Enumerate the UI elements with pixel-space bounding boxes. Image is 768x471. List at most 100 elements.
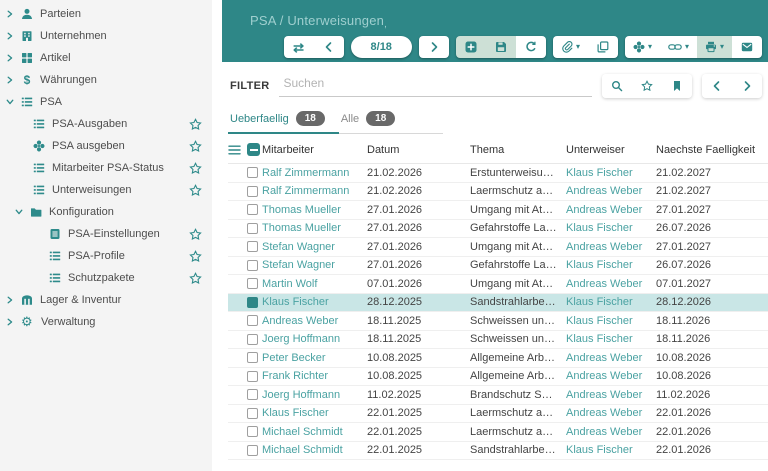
column-header-faelligkeit[interactable]: Naechste Faelligkeit — [656, 144, 768, 156]
star-icon[interactable] — [189, 140, 202, 153]
cell-mitarbeiter[interactable]: Thomas Mueller — [262, 222, 367, 234]
row-checkbox[interactable] — [247, 408, 258, 419]
star-icon[interactable] — [189, 228, 202, 241]
table-row[interactable]: Ralf Zimmermann21.02.2026Laermschutz am … — [228, 183, 768, 202]
cell-mitarbeiter[interactable]: Klaus Fischer — [262, 407, 367, 419]
row-checkbox[interactable] — [247, 315, 258, 326]
cell-unterweiser[interactable]: Klaus Fischer — [566, 444, 656, 456]
cell-unterweiser[interactable]: Klaus Fischer — [566, 259, 656, 271]
sidebar-item-konfiguration[interactable]: Konfiguration — [0, 201, 212, 223]
row-checkbox[interactable] — [247, 352, 258, 363]
sidebar-item-verwaltung[interactable]: ⚙ Verwaltung — [0, 311, 212, 333]
row-checkbox[interactable] — [247, 334, 258, 345]
cell-mitarbeiter[interactable]: Michael Schmidt — [262, 444, 367, 456]
table-row[interactable]: Frank Richter10.08.2025Allgemeine Arbeit… — [228, 368, 768, 387]
table-row[interactable]: Ralf Zimmermann21.02.2026Erstunterweisun… — [228, 164, 768, 183]
next-record-button[interactable] — [419, 36, 449, 58]
table-row[interactable]: Thomas Mueller27.01.2026Gefahrstoffe Lac… — [228, 220, 768, 239]
table-row[interactable]: Joerg Hoffmann18.11.2025Schweissen unter… — [228, 331, 768, 350]
cell-unterweiser[interactable]: Andreas Weber — [566, 407, 656, 419]
row-checkbox[interactable] — [247, 426, 258, 437]
cell-mitarbeiter[interactable]: Michael Schmidt — [262, 426, 367, 438]
sidebar-item-psa-einstellungen[interactable]: PSA-Einstellungen — [0, 223, 212, 245]
table-row-selected[interactable]: Klaus Fischer28.12.2025Sandstrahlarbeite… — [228, 294, 768, 313]
prev-page-button[interactable] — [702, 74, 732, 98]
record-counter[interactable]: 8/18 — [351, 36, 412, 58]
tab-ueberfaellig[interactable]: Ueberfaellig 18 — [228, 106, 339, 134]
row-checkbox[interactable] — [247, 204, 258, 215]
sidebar-item-lager-inventur[interactable]: Lager & Inventur — [0, 289, 212, 311]
table-row[interactable]: Michael Schmidt22.01.2025Sandstrahlarbei… — [228, 442, 768, 461]
cell-unterweiser[interactable]: Andreas Weber — [566, 278, 656, 290]
print-button[interactable]: ▾ — [697, 36, 732, 58]
row-checkbox[interactable] — [247, 186, 258, 197]
table-row[interactable]: Andreas Weber18.11.2025Schweissen unter … — [228, 312, 768, 331]
saved-filter-button[interactable] — [662, 74, 692, 98]
sidebar-item-unternehmen[interactable]: Unternehmen — [0, 25, 212, 47]
table-row[interactable]: Stefan Wagner27.01.2026Umgang mit Atemsc… — [228, 238, 768, 257]
prev-record-button[interactable] — [314, 36, 344, 58]
cell-mitarbeiter[interactable]: Klaus Fischer — [262, 296, 367, 308]
table-row[interactable]: Stefan Wagner27.01.2026Gefahrstoffe Lack… — [228, 257, 768, 276]
column-header-unterweiser[interactable]: Unterweiser — [566, 144, 656, 156]
row-checkbox-checked[interactable] — [247, 297, 258, 308]
cell-unterweiser[interactable]: Klaus Fischer — [566, 167, 656, 179]
copy-button[interactable] — [588, 36, 618, 58]
star-icon[interactable] — [189, 250, 202, 263]
cell-unterweiser[interactable]: Klaus Fischer — [566, 333, 656, 345]
cell-unterweiser[interactable]: Klaus Fischer — [566, 296, 656, 308]
table-row[interactable]: Joerg Hoffmann11.02.2025Brandschutz Schw… — [228, 386, 768, 405]
sidebar-item-psa-ausgaben[interactable]: PSA-Ausgaben — [0, 113, 212, 135]
cell-mitarbeiter[interactable]: Peter Becker — [262, 352, 367, 364]
favorite-filter-button[interactable] — [632, 74, 662, 98]
row-checkbox[interactable] — [247, 260, 258, 271]
cell-mitarbeiter[interactable]: Martin Wolf — [262, 278, 367, 290]
sidebar-item-waehrungen[interactable]: $ Währungen — [0, 69, 212, 91]
column-header-datum[interactable]: Datum — [367, 144, 470, 156]
column-header-thema[interactable]: Thema — [470, 144, 566, 156]
sidebar-item-mitarbeiter-psa-status[interactable]: Mitarbeiter PSA-Status — [0, 157, 212, 179]
links-button[interactable]: ▾ — [660, 36, 697, 58]
sidebar-item-schutzpakete[interactable]: Schutzpakete — [0, 267, 212, 289]
actions-button[interactable]: ▾ — [625, 36, 660, 58]
cell-mitarbeiter[interactable]: Ralf Zimmermann — [262, 185, 367, 197]
table-row[interactable]: Martin Wolf07.01.2026Umgang mit Atemschu… — [228, 275, 768, 294]
cell-mitarbeiter[interactable]: Stefan Wagner — [262, 259, 367, 271]
save-button[interactable] — [486, 36, 516, 58]
star-icon[interactable] — [189, 162, 202, 175]
cell-unterweiser[interactable]: Klaus Fischer — [566, 222, 656, 234]
attachments-button[interactable]: ▾ — [553, 36, 588, 58]
column-header-mitarbeiter[interactable]: Mitarbeiter — [262, 144, 367, 156]
select-all-checkbox[interactable] — [247, 143, 260, 156]
swap-view-button[interactable]: ⇄ — [284, 36, 314, 58]
star-icon[interactable] — [189, 118, 202, 131]
sidebar-item-parteien[interactable]: Parteien — [0, 3, 212, 25]
search-button[interactable] — [602, 74, 632, 98]
table-row[interactable]: Michael Schmidt22.01.2025Laermschutz am … — [228, 423, 768, 442]
tab-alle[interactable]: Alle 18 — [339, 106, 409, 134]
table-row[interactable]: Klaus Fischer22.01.2025Laermschutz am Ar… — [228, 405, 768, 424]
table-row[interactable]: Peter Becker10.08.2025Allgemeine Arbeits… — [228, 349, 768, 368]
new-record-button[interactable] — [456, 36, 486, 58]
table-row[interactable]: Thomas Mueller27.01.2026Umgang mit Atems… — [228, 201, 768, 220]
cell-unterweiser[interactable]: Andreas Weber — [566, 204, 656, 216]
row-checkbox[interactable] — [247, 389, 258, 400]
cell-mitarbeiter[interactable]: Ralf Zimmermann — [262, 167, 367, 179]
cell-mitarbeiter[interactable]: Andreas Weber — [262, 315, 367, 327]
cell-mitarbeiter[interactable]: Joerg Hoffmann — [262, 389, 367, 401]
star-icon[interactable] — [189, 184, 202, 197]
cell-unterweiser[interactable]: Andreas Weber — [566, 370, 656, 382]
row-checkbox[interactable] — [247, 167, 258, 178]
cell-mitarbeiter[interactable]: Frank Richter — [262, 370, 367, 382]
email-button[interactable] — [732, 36, 762, 58]
refresh-button[interactable] — [516, 36, 546, 58]
cell-unterweiser[interactable]: Andreas Weber — [566, 352, 656, 364]
cell-mitarbeiter[interactable]: Stefan Wagner — [262, 241, 367, 253]
cell-unterweiser[interactable]: Klaus Fischer — [566, 315, 656, 327]
cell-unterweiser[interactable]: Andreas Weber — [566, 241, 656, 253]
cell-mitarbeiter[interactable]: Thomas Mueller — [262, 204, 367, 216]
sidebar-item-psa[interactable]: PSA — [0, 91, 212, 113]
row-checkbox[interactable] — [247, 278, 258, 289]
cell-unterweiser[interactable]: Andreas Weber — [566, 389, 656, 401]
cell-unterweiser[interactable]: Andreas Weber — [566, 185, 656, 197]
